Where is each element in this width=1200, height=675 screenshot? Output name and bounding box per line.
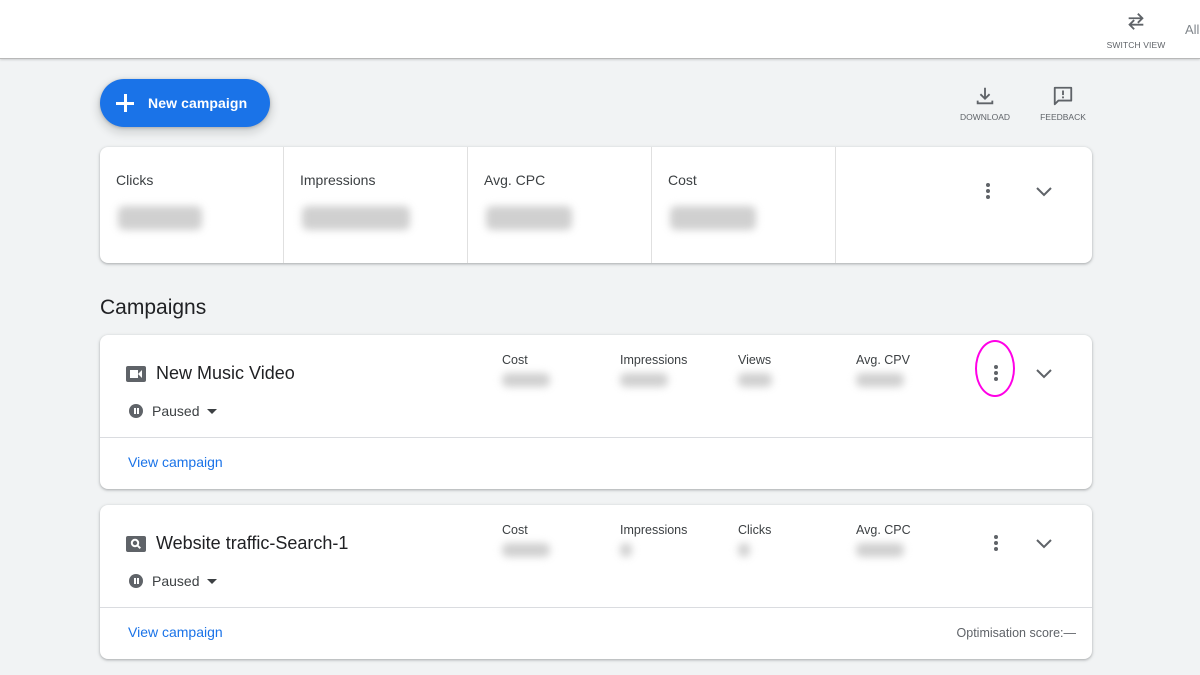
campaign-metric: Cost bbox=[502, 353, 550, 387]
switch-view-button[interactable]: SWITCH VIEW bbox=[1104, 10, 1168, 50]
download-button[interactable]: DOWNLOAD bbox=[955, 85, 1015, 122]
campaign-metric: Views bbox=[738, 353, 772, 387]
view-campaign-link[interactable]: View campaign bbox=[128, 454, 223, 470]
campaign-expand-button[interactable] bbox=[1024, 523, 1064, 563]
more-vert-icon bbox=[994, 365, 998, 381]
metric-label: Avg. CPC bbox=[484, 172, 546, 188]
metric-value-blurred bbox=[670, 206, 756, 230]
metric-label: Cost bbox=[502, 353, 528, 367]
chevron-down-icon bbox=[1036, 369, 1052, 379]
campaign-metric: Impressions bbox=[620, 523, 688, 557]
all-label[interactable]: All bbox=[1185, 22, 1199, 37]
feedback-button[interactable]: FEEDBACK bbox=[1033, 85, 1093, 122]
metric-label: Impressions bbox=[620, 523, 688, 537]
campaign-name[interactable]: Website traffic-Search-1 bbox=[156, 533, 348, 554]
metric-value-blurred bbox=[118, 206, 202, 230]
metric-value-blurred bbox=[302, 206, 410, 230]
paused-icon bbox=[129, 404, 143, 418]
caret-down-icon bbox=[207, 578, 218, 584]
status-dropdown[interactable]: Paused bbox=[129, 403, 218, 419]
feedback-label: FEEDBACK bbox=[1040, 112, 1086, 122]
summary-metric-clicks[interactable]: Clicks bbox=[100, 147, 284, 263]
summary-metric-cost[interactable]: Cost bbox=[652, 147, 836, 263]
campaign-more-button[interactable] bbox=[976, 523, 1016, 563]
metric-value-blurred bbox=[738, 543, 750, 557]
summary-more-button[interactable] bbox=[968, 171, 1008, 211]
view-campaign-link[interactable]: View campaign bbox=[128, 624, 223, 640]
metric-label: Cost bbox=[502, 523, 528, 537]
status-label: Paused bbox=[152, 573, 200, 589]
campaign-metric: Impressions bbox=[620, 353, 688, 387]
optimisation-score: Optimisation score:— bbox=[956, 626, 1076, 640]
caret-down-icon bbox=[207, 408, 218, 414]
summary-metric-impressions[interactable]: Impressions bbox=[284, 147, 468, 263]
campaign-card: New Music Video Paused Cost Impressions … bbox=[100, 335, 1092, 489]
new-campaign-label: New campaign bbox=[148, 95, 248, 111]
video-camera-icon bbox=[126, 366, 146, 382]
metric-label: Avg. CPV bbox=[856, 353, 910, 367]
metric-value-blurred bbox=[738, 373, 772, 387]
metric-value-blurred bbox=[620, 543, 632, 557]
metric-value-blurred bbox=[620, 373, 668, 387]
metric-value-blurred bbox=[502, 543, 550, 557]
divider bbox=[100, 607, 1092, 608]
summary-metric-avg-cpc[interactable]: Avg. CPC bbox=[468, 147, 652, 263]
campaign-metric: Cost bbox=[502, 523, 550, 557]
campaign-metric: Clicks bbox=[738, 523, 772, 557]
campaign-name[interactable]: New Music Video bbox=[156, 363, 295, 384]
campaign-metric: Avg. CPC bbox=[856, 523, 911, 557]
more-vert-icon bbox=[986, 183, 990, 199]
metric-label: Clicks bbox=[116, 172, 154, 188]
metric-label: Impressions bbox=[620, 353, 688, 367]
switch-view-label: SWITCH VIEW bbox=[1106, 40, 1166, 50]
status-label: Paused bbox=[152, 403, 200, 419]
new-campaign-button[interactable]: New campaign bbox=[100, 79, 270, 127]
metric-label: Clicks bbox=[738, 523, 772, 537]
chevron-down-icon bbox=[1036, 539, 1052, 549]
campaign-metric: Avg. CPV bbox=[856, 353, 910, 387]
metric-value-blurred bbox=[856, 543, 904, 557]
metric-label: Avg. CPC bbox=[856, 523, 911, 537]
metric-value-blurred bbox=[486, 206, 572, 230]
metric-label: Views bbox=[738, 353, 772, 367]
summary-card: Clicks Impressions Avg. CPC Cost bbox=[100, 147, 1092, 263]
metric-label: Impressions bbox=[300, 172, 376, 188]
divider bbox=[100, 437, 1092, 438]
campaign-expand-button[interactable] bbox=[1024, 353, 1064, 393]
status-dropdown[interactable]: Paused bbox=[129, 573, 218, 589]
download-icon bbox=[976, 87, 994, 105]
top-bar: SWITCH VIEW All bbox=[0, 0, 1200, 59]
search-icon bbox=[126, 536, 146, 552]
plus-icon bbox=[116, 94, 134, 112]
download-label: DOWNLOAD bbox=[959, 112, 1011, 122]
summary-expand-button[interactable] bbox=[1024, 171, 1064, 211]
feedback-icon bbox=[1053, 86, 1073, 106]
campaigns-heading: Campaigns bbox=[100, 296, 207, 319]
metric-value-blurred bbox=[856, 373, 904, 387]
metric-label: Cost bbox=[668, 172, 697, 188]
campaign-card: Website traffic-Search-1 Paused Cost Imp… bbox=[100, 505, 1092, 659]
paused-icon bbox=[129, 574, 143, 588]
metric-value-blurred bbox=[502, 373, 550, 387]
chevron-down-icon bbox=[1036, 187, 1052, 197]
more-vert-icon bbox=[994, 535, 998, 551]
campaign-more-button[interactable] bbox=[976, 353, 1016, 393]
swap-arrows-icon bbox=[1128, 13, 1144, 30]
